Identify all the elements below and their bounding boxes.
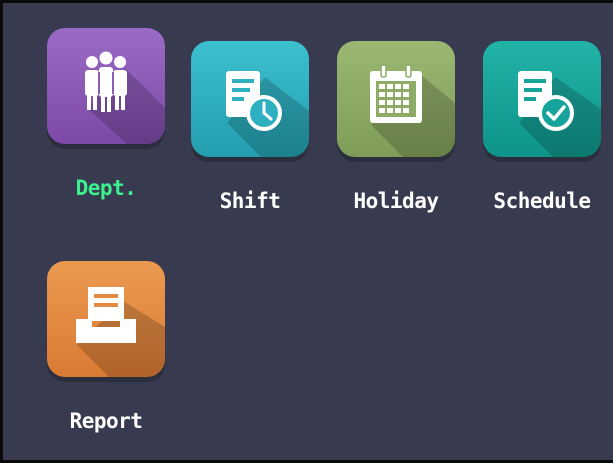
department-people-icon bbox=[47, 28, 165, 144]
menu-item-holiday[interactable]: Holiday bbox=[333, 41, 459, 231]
menu-item-dept[interactable]: Dept. bbox=[43, 28, 169, 218]
menu-item-label: Holiday bbox=[353, 189, 439, 213]
menu-item-label: Report bbox=[69, 409, 143, 433]
menu-item-shift[interactable]: Shift bbox=[187, 41, 313, 231]
menu-item-label: Schedule bbox=[493, 189, 591, 213]
shift-schedule-clock-icon bbox=[191, 41, 309, 157]
menu-item-label: Shift bbox=[219, 189, 281, 213]
menu-item-report[interactable]: Report bbox=[43, 261, 169, 451]
menu-item-schedule[interactable]: Schedule bbox=[479, 41, 605, 231]
schedule-document-check-icon bbox=[483, 41, 601, 157]
attendance-menu-screen: Dept. Shift Holiday Schedule Report bbox=[0, 0, 613, 463]
holiday-calendar-icon bbox=[337, 41, 455, 157]
menu-item-label: Dept. bbox=[75, 176, 137, 200]
report-tray-icon bbox=[47, 261, 165, 377]
